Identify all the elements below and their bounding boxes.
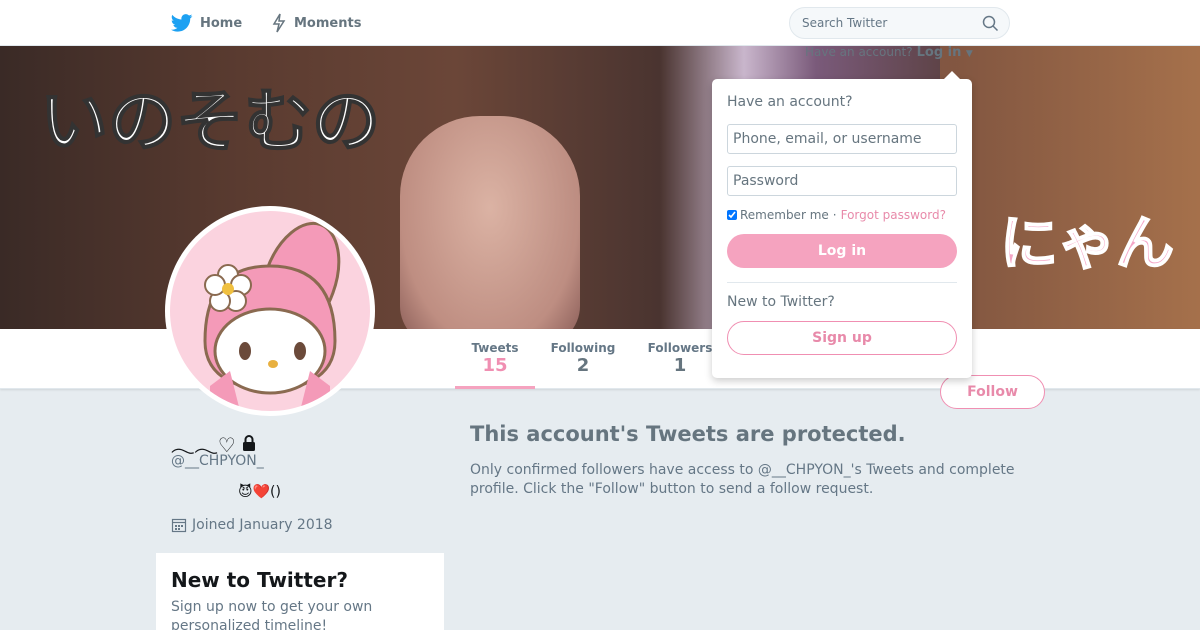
follow-button[interactable]: Follow (940, 375, 1045, 409)
stat-value: 2 (576, 355, 590, 376)
stat-followers[interactable]: Followers 1 (640, 329, 720, 389)
stat-label: Following (550, 341, 616, 355)
my-melody-illustration (203, 221, 341, 411)
search-input[interactable] (802, 16, 972, 30)
nav-home[interactable]: Home (171, 0, 242, 46)
nav-home-label: Home (200, 15, 243, 31)
signup-button[interactable]: Sign up (727, 321, 957, 355)
remember-row: Remember me · Forgot password? (727, 208, 957, 222)
stat-following[interactable]: Following 2 (543, 329, 623, 389)
new-card-title: New to Twitter? (171, 568, 348, 592)
banner-text-1: いのそむの (39, 82, 381, 163)
profile-bio: 😈❤️() (238, 484, 281, 500)
remember-checkbox[interactable] (727, 210, 737, 220)
nav-moments-label: Moments (294, 15, 362, 31)
top-nav-bar: Home Moments (0, 0, 1200, 46)
login-dropdown: Have an account? Remember me · Forgot pa… (712, 71, 972, 378)
new-card-text: Sign up now to get your own personalized… (171, 599, 373, 630)
caret-down-icon: ▼ (965, 49, 973, 59)
dropdown-caret (944, 71, 960, 79)
banner-text-3: にゃん (999, 208, 1175, 278)
have-account-prompt: Have an account? Log in ▼ (805, 45, 973, 60)
protected-title: This account's Tweets are protected. (470, 422, 906, 446)
protected-text: Only confirmed followers have access to … (470, 462, 1015, 497)
username-field[interactable] (727, 124, 957, 154)
new-to-twitter-label: New to Twitter? (727, 294, 835, 310)
remember-label: Remember me (740, 208, 829, 222)
login-toggle-label: Log in (916, 45, 962, 60)
stat-label: Followers (647, 341, 713, 355)
calendar-icon (171, 518, 187, 533)
search-icon[interactable] (982, 15, 999, 32)
avatar-image (170, 211, 370, 411)
password-field[interactable] (727, 166, 957, 196)
separator: · (832, 208, 837, 222)
twitter-bird-icon (171, 14, 193, 32)
profile-handle[interactable]: @__CHPYON_ (171, 453, 264, 469)
search-box (789, 7, 1010, 39)
have-account-text: Have an account? (805, 45, 913, 59)
avatar[interactable] (165, 206, 375, 416)
new-to-twitter-card: New to Twitter? Sign up now to get your … (156, 553, 444, 630)
banner-hair-image (940, 46, 1200, 329)
lock-icon (242, 434, 255, 451)
stat-label: Tweets (471, 341, 519, 355)
divider (727, 282, 957, 283)
login-toggle[interactable]: Log in ▼ (917, 45, 973, 60)
stat-tweets[interactable]: Tweets 15 (455, 329, 535, 389)
joined-text: Joined January 2018 (192, 517, 333, 533)
banner-fist-image (400, 116, 580, 329)
profile-joined: Joined January 2018 (171, 517, 333, 533)
nav-moments[interactable]: Moments (271, 0, 361, 46)
dropdown-title: Have an account? (727, 94, 853, 110)
login-button[interactable]: Log in (727, 234, 957, 268)
forgot-password-link[interactable]: Forgot password? (841, 208, 946, 222)
stat-value: 15 (482, 355, 508, 376)
lightning-icon (272, 13, 286, 33)
stat-value: 1 (673, 355, 687, 376)
